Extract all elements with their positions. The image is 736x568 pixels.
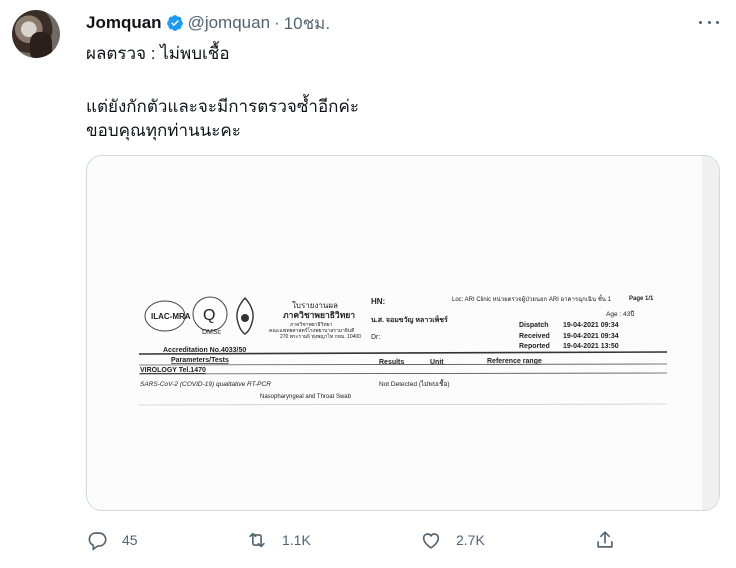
logo-2-text: Q [203,307,215,324]
reply-button[interactable]: 45 [86,525,138,555]
share-button[interactable] [594,525,616,555]
more-icon[interactable] [696,12,722,32]
retweet-button[interactable]: 1.1K [246,525,311,555]
tweet-media-lab-report[interactable]: ILAC-MRA Q DMSc ใบรายงานผล ภาควิชาพยาธิว… [86,155,720,511]
received-value: 19-04-2021 09:34 [563,333,619,340]
hn-label: HN: [371,297,385,306]
col-header-unit: Unit [430,359,444,366]
tweet-text-line: แต่ยังกักตัวและจะมีการตรวจซ้ำอีกค่ะ [86,97,359,116]
col-header-results: Results [379,359,404,366]
heart-icon [422,533,440,549]
specimen: Nasopharyngeal and Throat Swab [260,394,352,400]
like-button[interactable]: 2.7K [420,525,485,555]
dispatch-value: 19-04-2021 09:34 [563,322,619,329]
reply-icon [88,532,107,551]
reported-value: 19-04-2021 13:50 [563,343,619,350]
tweet-text-line: ผลตรวจ : ไม่พบเชื้อ [86,44,230,63]
hospital-title-2: ภาควิชาพยาธิวิทยา [283,310,355,320]
section-title: VIROLOGY Tel.1470 [140,367,206,374]
verified-badge-icon [166,15,183,31]
retweet-count: 1.1K [282,532,311,548]
timestamp[interactable]: 10ชม. [284,10,330,37]
handle[interactable]: @jomquan [188,13,270,33]
reply-count: 45 [122,532,138,548]
test-result: Not Detected (ไม่พบเชื้อ) [379,379,450,388]
tweet-header: Jomquan @jomquan · 10ชม. [86,12,330,34]
dr-label: Dr: [371,334,380,341]
retweet-icon [249,532,265,548]
tweet-text-line: ขอบคุณทุกท่านนะคะ [86,121,241,140]
received-label: Received [519,333,550,340]
lab-report-image: ILAC-MRA Q DMSc ใบรายงานผล ภาควิชาพยาธิว… [87,156,719,510]
patient-name: น.ส. จอมขวัญ หลาวเพ็ชร์ [371,315,448,324]
dispatch-label: Dispatch [519,322,549,329]
address-3: 270 พระราม6 ทุ่งพญาไท กทม. 10400 [280,333,361,340]
separator-dot: · [274,13,280,32]
address-2: คณะแพทยศาสตร์โรงพยาบาลรามาธิบดี [269,327,354,334]
avatar[interactable] [12,10,60,58]
address-1: ภาควิชาพยาธิวิทยา [290,321,333,328]
logo-2-sub: DMSc [202,329,222,336]
test-name: SARS-CoV-2 (COVID-19) qualitative RT-PCR [140,381,271,388]
logo-1-text: ILAC-MRA [151,312,191,321]
reported-label: Reported [519,343,550,350]
tweet-actions: 45 1.1K 2.7K [86,525,626,555]
share-icon [597,531,613,548]
display-name[interactable]: Jomquan [86,13,162,33]
tweet: Jomquan @jomquan · 10ชม. ผลตรวจ : ไม่พบเ… [0,0,736,568]
patient-age: Age : 43ปี [606,310,634,318]
col-header-params: Parameters/Tests [171,357,229,364]
hospital-title-1: ใบรายงานผล [292,301,338,310]
like-count: 2.7K [456,532,485,548]
page-number: Page 1/1 [629,296,654,302]
